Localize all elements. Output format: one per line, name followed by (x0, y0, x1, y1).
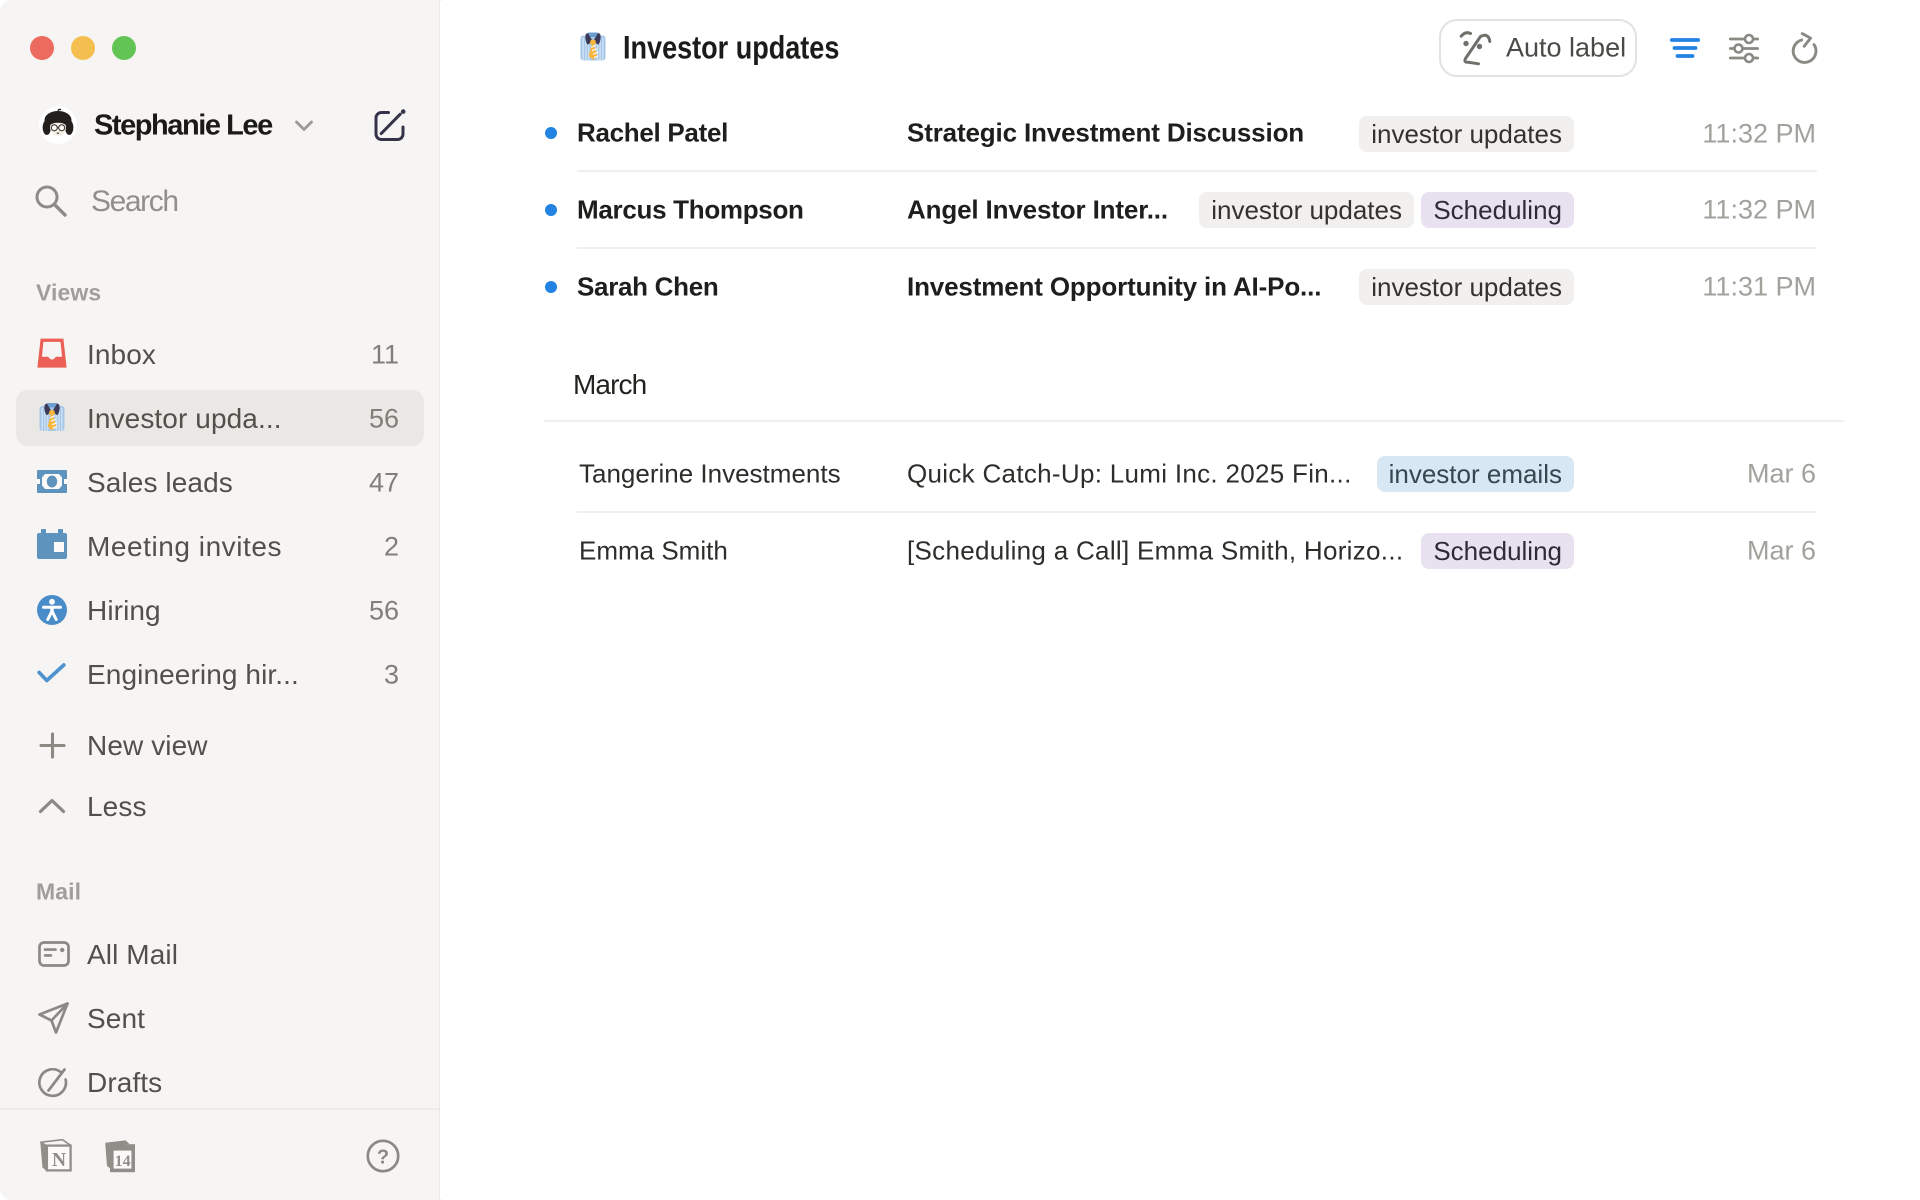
svg-text:14: 14 (115, 1153, 131, 1170)
svg-text:?: ? (377, 1147, 389, 1169)
svg-text:N: N (52, 1150, 66, 1171)
